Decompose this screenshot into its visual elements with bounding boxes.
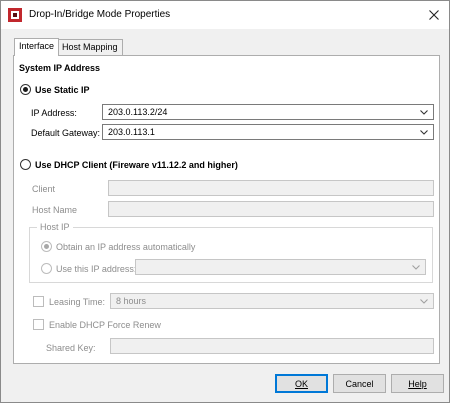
host-name-field[interactable]: [108, 201, 434, 217]
shared-key-field[interactable]: [110, 338, 434, 354]
ok-button[interactable]: OK: [275, 374, 328, 393]
tab-host-mapping-label: Host Mapping: [62, 42, 118, 52]
leasing-time-label: Leasing Time:: [49, 297, 106, 307]
use-this-ip-combobox[interactable]: [135, 259, 426, 275]
tab-interface[interactable]: Interface: [14, 38, 60, 56]
shared-key-label: Shared Key:: [46, 343, 96, 353]
ip-address-combobox[interactable]: 203.0.113.2/24: [102, 104, 434, 120]
ip-address-value: 203.0.113.2/24: [108, 107, 168, 117]
dhcp-client-label: Use DHCP Client (Fireware v11.12.2 and h…: [35, 160, 238, 170]
gateway-value: 203.0.113.1: [108, 127, 155, 137]
leasing-time-value: 8 hours: [116, 296, 147, 306]
section-title: System IP Address: [19, 63, 101, 73]
chevron-down-icon: [420, 130, 428, 135]
client-field[interactable]: [108, 180, 434, 196]
force-renew-label: Enable DHCP Force Renew: [49, 320, 161, 330]
force-renew-checkbox[interactable]: [33, 319, 44, 330]
help-button-label: Help: [408, 378, 427, 389]
chevron-down-icon: [420, 110, 428, 115]
chevron-down-icon: [420, 299, 428, 304]
static-ip-radio[interactable]: [20, 84, 31, 95]
gateway-combobox[interactable]: 203.0.113.1: [102, 124, 434, 140]
dialog-title: Drop-In/Bridge Mode Properties: [29, 9, 171, 20]
use-this-ip-radio[interactable]: [41, 263, 52, 274]
ok-button-label: OK: [294, 378, 308, 389]
leasing-time-checkbox[interactable]: [33, 296, 44, 307]
dialog-window: Drop-In/Bridge Mode Properties Interface…: [0, 0, 450, 403]
use-this-ip-label: Use this IP address:: [56, 264, 137, 274]
host-name-label: Host Name: [32, 205, 78, 215]
firebox-logo-icon: [8, 8, 22, 22]
tab-interface-label: Interface: [19, 41, 55, 51]
close-button[interactable]: [419, 1, 449, 29]
chevron-down-icon: [412, 265, 420, 270]
ip-address-label: IP Address:: [31, 108, 77, 118]
cancel-button[interactable]: Cancel: [333, 374, 386, 393]
obtain-auto-label: Obtain an IP address automatically: [56, 242, 196, 252]
obtain-auto-radio[interactable]: [41, 241, 52, 252]
title-bar: Drop-In/Bridge Mode Properties: [1, 1, 449, 29]
client-label: Client: [32, 184, 56, 194]
static-ip-label: Use Static IP: [35, 85, 90, 95]
close-icon: [429, 10, 439, 20]
host-ip-group-label: Host IP: [37, 222, 73, 232]
leasing-time-combobox[interactable]: 8 hours: [110, 293, 434, 309]
cancel-button-label: Cancel: [345, 378, 374, 389]
gateway-label: Default Gateway:: [31, 128, 101, 138]
help-button[interactable]: Help: [391, 374, 444, 393]
dhcp-client-radio[interactable]: [20, 159, 31, 170]
tab-host-mapping[interactable]: Host Mapping: [57, 39, 123, 55]
